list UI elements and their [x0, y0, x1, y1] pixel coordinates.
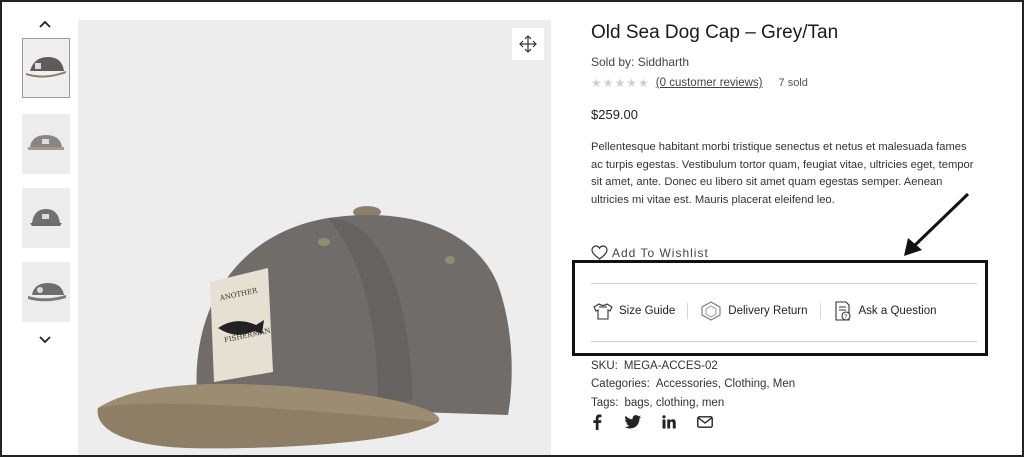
thumbnail-gallery	[18, 8, 73, 448]
delivery-return-button[interactable]: Delivery Return	[700, 301, 808, 321]
mail-icon[interactable]	[697, 414, 713, 430]
thumbnail-4[interactable]	[22, 262, 70, 322]
size-guide-label: Size Guide	[619, 305, 676, 317]
size-guide-button[interactable]: Size Guide	[593, 302, 675, 320]
rating-row: ★★★★★ (0 customer reviews) 7 sold	[591, 76, 808, 90]
sku-label: SKU:	[591, 360, 618, 372]
ask-question-label: Ask a Question	[858, 305, 937, 317]
categories-links[interactable]: Accessories, Clothing, Men	[656, 378, 795, 390]
twitter-icon[interactable]	[625, 414, 641, 430]
product-price: $259.00	[591, 107, 638, 122]
linkedin-icon[interactable]	[661, 414, 677, 430]
thumbnail-1[interactable]	[22, 38, 70, 98]
tags-row: Tags: bags, clothing, men	[591, 397, 724, 409]
categories-row: Categories: Accessories, Clothing, Men	[591, 378, 795, 390]
thumbnail-2[interactable]	[22, 114, 70, 174]
chevron-down-icon[interactable]	[35, 330, 55, 350]
wishlist-label: Add To Wishlist	[612, 245, 709, 260]
sku-value: MEGA-ACCES-02	[623, 360, 718, 372]
star-rating: ★★★★★	[591, 76, 650, 90]
divider	[591, 341, 977, 342]
add-to-wishlist-button[interactable]: Add To Wishlist	[591, 245, 709, 260]
social-share	[589, 414, 733, 430]
categories-label: Categories:	[591, 378, 650, 390]
zoom-button[interactable]	[512, 28, 544, 60]
main-product-image[interactable]: ANOTHER FISHERMAN	[78, 20, 551, 457]
highlight-box: Size Guide Delivery Return ? Ask a Quest…	[572, 260, 988, 356]
document-question-icon: ?	[834, 301, 851, 321]
tags-links[interactable]: bags, clothing, men	[625, 397, 725, 409]
separator	[687, 303, 689, 319]
sku-row: SKU: MEGA-ACCES-02	[591, 360, 718, 372]
annotation-arrow	[904, 192, 970, 256]
delivery-return-label: Delivery Return	[728, 305, 808, 317]
ask-question-button[interactable]: ? Ask a Question	[833, 301, 937, 321]
thumbnail-3[interactable]	[22, 188, 70, 248]
reviews-link[interactable]: (0 customer reviews)	[656, 77, 763, 89]
sold-count: 7 sold	[778, 77, 808, 89]
product-title: Old Sea Dog Cap – Grey/Tan	[591, 22, 839, 43]
sold-by: Sold by: Siddharth	[591, 55, 690, 69]
product-tools: Size Guide Delivery Return ? Ask a Quest…	[593, 301, 937, 321]
cap-illustration	[97, 206, 512, 449]
chevron-up-icon[interactable]	[35, 14, 55, 34]
facebook-icon[interactable]	[589, 414, 605, 430]
divider	[591, 283, 977, 284]
heart-icon	[591, 245, 608, 260]
svg-text:?: ?	[844, 314, 847, 321]
tags-label: Tags:	[591, 397, 619, 409]
separator	[819, 303, 821, 319]
shirt-icon	[593, 303, 613, 320]
move-arrows-icon	[519, 35, 537, 53]
delivery-box-icon	[701, 301, 721, 321]
